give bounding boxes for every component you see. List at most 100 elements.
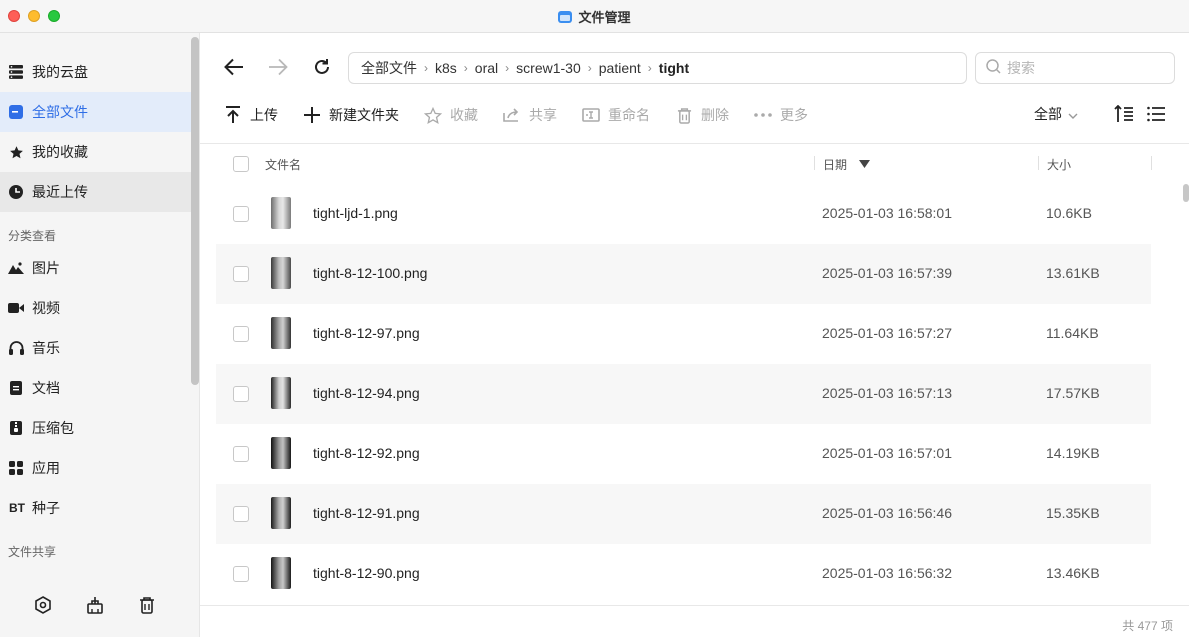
search-box[interactable] <box>975 52 1175 84</box>
share-label: 共享 <box>529 107 557 123</box>
upload-button[interactable]: 上传 <box>224 105 278 125</box>
plus-icon <box>303 106 321 124</box>
sidebar-item-favorites[interactable]: 我的收藏 <box>0 132 191 172</box>
select-all-checkbox[interactable] <box>233 156 249 172</box>
table-row[interactable]: tight-8-12-94.png 2025-01-03 16:57:13 17… <box>216 364 1151 424</box>
category-section-title: 分类查看 <box>8 229 57 243</box>
column-divider[interactable] <box>1038 156 1039 170</box>
file-thumbnail <box>271 557 291 589</box>
list-view-icon[interactable] <box>1145 103 1167 125</box>
sidebar-item-music[interactable]: 音乐 <box>0 328 191 368</box>
breadcrumb-item[interactable]: screw1-30 <box>516 60 581 76</box>
column-divider[interactable] <box>814 156 815 170</box>
filter-dropdown[interactable]: 全部 <box>1034 104 1078 124</box>
file-size: 14.19KB <box>1046 445 1100 461</box>
row-checkbox[interactable] <box>233 506 249 522</box>
settings-icon[interactable] <box>32 594 54 616</box>
share-button[interactable]: 共享 <box>503 105 557 125</box>
sidebar-item-label: 文档 <box>32 380 60 396</box>
file-size: 17.57KB <box>1046 385 1100 401</box>
sidebar-item-label: 我的云盘 <box>32 64 88 80</box>
sidebar: 我的云盘 全部文件 我的收藏 最近上传 分类查看 图片 视频 音乐 文档 压缩包… <box>0 33 200 637</box>
file-date: 2025-01-03 16:57:39 <box>822 265 952 281</box>
breadcrumb-item[interactable]: patient <box>599 60 641 76</box>
document-icon <box>8 380 24 396</box>
new-folder-button[interactable]: 新建文件夹 <box>303 105 399 125</box>
row-checkbox[interactable] <box>233 446 249 462</box>
sidebar-item-my-cloud[interactable]: 我的云盘 <box>0 52 191 92</box>
sidebar-item-label: 图片 <box>32 260 60 276</box>
column-header-size[interactable]: 大小 <box>1047 156 1071 173</box>
table-row[interactable]: tight-8-12-97.png 2025-01-03 16:57:27 11… <box>216 304 1151 364</box>
more-dots-icon <box>754 106 772 124</box>
row-checkbox[interactable] <box>233 386 249 402</box>
sidebar-item-videos[interactable]: 视频 <box>0 288 191 328</box>
column-header-date[interactable]: 日期 <box>823 156 847 173</box>
sidebar-item-label: 种子 <box>32 500 60 516</box>
sidebar-scrollbar[interactable] <box>191 37 199 385</box>
chevron-right-icon: › <box>463 61 468 75</box>
cloud-drive-icon <box>8 64 24 80</box>
table-row[interactable]: tight-ljd-1.png 2025-01-03 16:58:01 10.6… <box>216 184 1151 244</box>
chevron-right-icon: › <box>424 61 428 75</box>
favorite-button[interactable]: 收藏 <box>424 105 478 125</box>
file-name: tight-8-12-91.png <box>313 505 420 521</box>
sort-desc-icon[interactable] <box>859 157 870 171</box>
file-name: tight-8-12-97.png <box>313 325 420 341</box>
sidebar-item-images[interactable]: 图片 <box>0 248 191 288</box>
file-name: tight-ljd-1.png <box>313 205 398 221</box>
sidebar-item-archives[interactable]: 压缩包 <box>0 408 191 448</box>
sidebar-item-label: 压缩包 <box>32 420 74 436</box>
trash-icon <box>675 106 693 124</box>
file-list-scrollbar[interactable] <box>1183 184 1189 202</box>
sidebar-item-torrents[interactable]: BT 种子 <box>0 488 191 528</box>
trash-icon[interactable] <box>136 594 158 616</box>
row-checkbox[interactable] <box>233 566 249 582</box>
rename-label: 重命名 <box>608 107 650 123</box>
table-row[interactable]: tight-8-12-90.png 2025-01-03 16:56:32 13… <box>216 544 1151 604</box>
breadcrumb-item[interactable]: k8s <box>435 60 457 76</box>
sidebar-item-recent-uploads[interactable]: 最近上传 <box>0 172 191 212</box>
back-button[interactable] <box>222 55 246 79</box>
search-input[interactable] <box>1007 60 1157 76</box>
breadcrumb-item[interactable]: oral <box>475 60 498 76</box>
column-header-name[interactable]: 文件名 <box>265 156 301 173</box>
file-date: 2025-01-03 16:56:32 <box>822 565 952 581</box>
forward-button[interactable] <box>266 55 290 79</box>
rename-button[interactable]: 重命名 <box>582 105 650 125</box>
file-thumbnail <box>271 317 291 349</box>
sort-button[interactable] <box>1113 103 1135 125</box>
sidebar-item-label: 全部文件 <box>32 104 88 120</box>
breadcrumb-current[interactable]: tight <box>659 60 689 76</box>
table-row[interactable]: tight-8-12-92.png 2025-01-03 16:57:01 14… <box>216 424 1151 484</box>
cleanup-icon[interactable] <box>84 594 106 616</box>
table-row[interactable]: tight-8-12-91.png 2025-01-03 16:56:46 15… <box>216 484 1151 544</box>
title-bar: 文件管理 <box>0 0 1189 33</box>
sidebar-item-documents[interactable]: 文档 <box>0 368 191 408</box>
table-row[interactable]: tight-8-12-100.png 2025-01-03 16:57:39 1… <box>216 244 1151 304</box>
search-icon <box>986 59 1001 77</box>
main-panel: 全部文件 › k8s › oral › screw1-30 › patient … <box>200 33 1189 637</box>
delete-button[interactable]: 删除 <box>675 105 729 125</box>
sidebar-item-apps[interactable]: 应用 <box>0 448 191 488</box>
file-name: tight-8-12-90.png <box>313 565 420 581</box>
folder-icon <box>8 104 24 120</box>
more-button[interactable]: 更多 <box>754 105 808 125</box>
sidebar-item-all-files[interactable]: 全部文件 <box>0 92 191 132</box>
file-name: tight-8-12-92.png <box>313 445 420 461</box>
sidebar-item-label: 最近上传 <box>32 184 88 200</box>
row-checkbox[interactable] <box>233 266 249 282</box>
column-divider[interactable] <box>1151 156 1152 170</box>
breadcrumb: 全部文件 › k8s › oral › screw1-30 › patient … <box>348 52 967 84</box>
file-thumbnail <box>271 497 291 529</box>
apps-icon <box>8 460 24 476</box>
file-date: 2025-01-03 16:56:46 <box>822 505 952 521</box>
row-checkbox[interactable] <box>233 206 249 222</box>
star-icon <box>8 144 24 160</box>
file-thumbnail <box>271 377 291 409</box>
favorite-label: 收藏 <box>450 107 478 123</box>
row-checkbox[interactable] <box>233 326 249 342</box>
breadcrumb-item[interactable]: 全部文件 <box>361 58 417 78</box>
clock-icon <box>8 184 24 200</box>
refresh-button[interactable] <box>310 55 334 79</box>
